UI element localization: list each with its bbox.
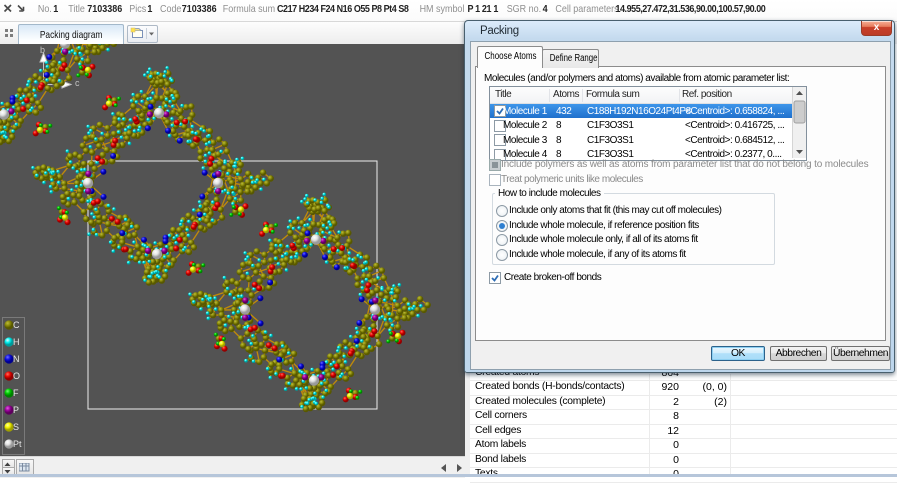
svg-text:c: c — [75, 78, 80, 88]
svg-text:b: b — [40, 45, 45, 55]
